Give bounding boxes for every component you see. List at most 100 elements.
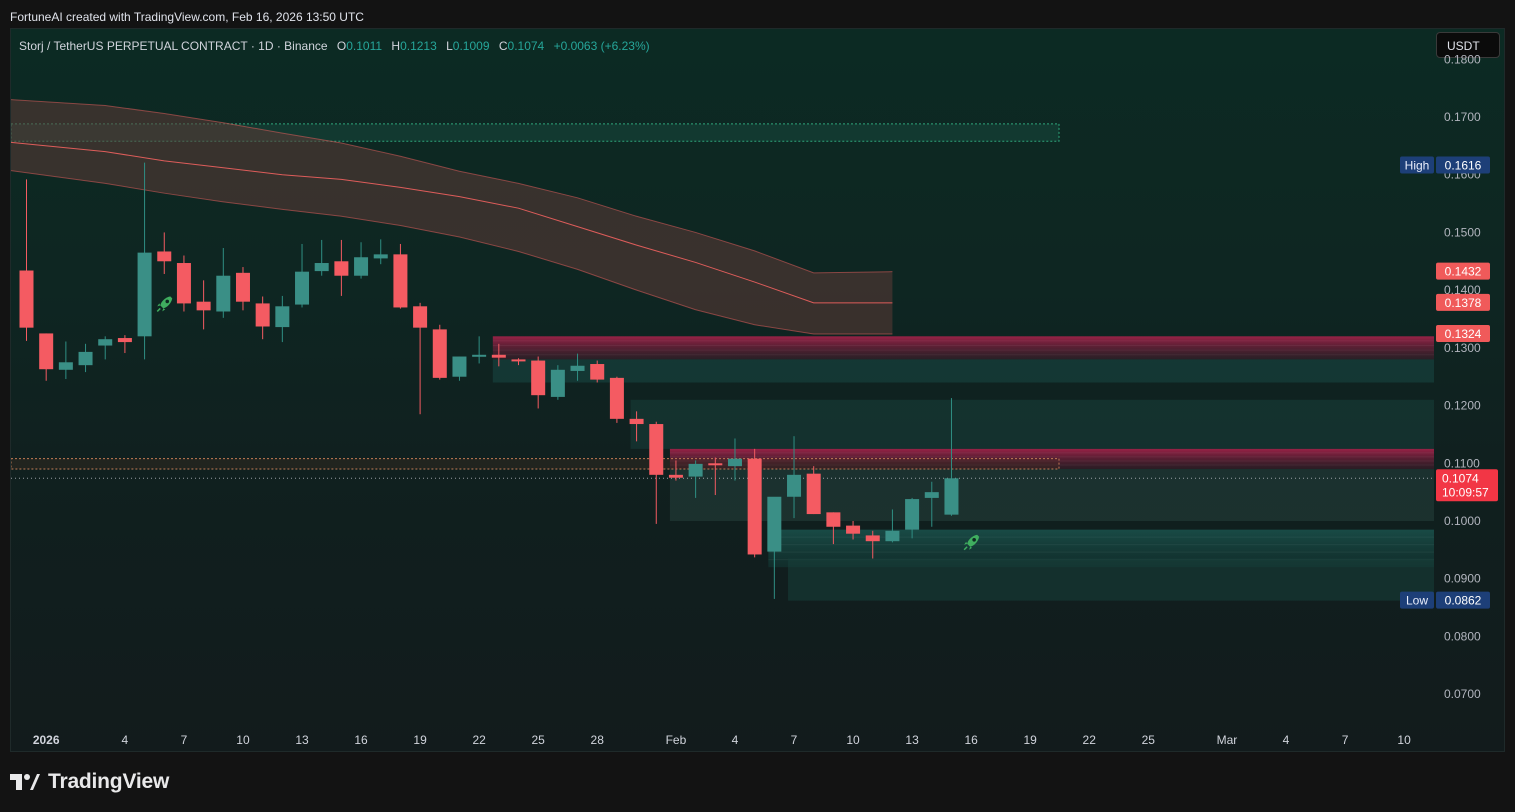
candle-body[interactable] bbox=[531, 360, 546, 396]
candle-body[interactable] bbox=[668, 474, 683, 478]
candle-body[interactable] bbox=[295, 271, 310, 305]
y-tick-label: 0.0800 bbox=[1444, 629, 1481, 643]
candle-body[interactable] bbox=[235, 272, 250, 302]
candle-body[interactable] bbox=[78, 351, 93, 366]
countdown-text: 10:09:57 bbox=[1442, 485, 1489, 499]
x-tick-label: 4 bbox=[122, 733, 129, 747]
y-tick-label: 0.0700 bbox=[1444, 687, 1481, 701]
candle-body[interactable] bbox=[58, 362, 73, 370]
candle-body[interactable] bbox=[157, 251, 172, 262]
candle-body[interactable] bbox=[511, 359, 526, 362]
x-tick-label: Feb bbox=[666, 733, 687, 747]
candle-body[interactable] bbox=[924, 492, 939, 498]
candle-body[interactable] bbox=[550, 369, 565, 397]
candle-body[interactable] bbox=[176, 263, 191, 304]
candle-body[interactable] bbox=[688, 463, 703, 477]
candlestick-chart[interactable]: 0.0700 0.0800 0.0900 0.1000 0.1100 0.1200 0.13… bbox=[11, 29, 1505, 752]
x-tick-label: 25 bbox=[1142, 733, 1156, 747]
y-tick-label: 0.1100 bbox=[1444, 456, 1480, 470]
y-tick-label: 0.1000 bbox=[1444, 514, 1481, 528]
candle-body[interactable] bbox=[727, 458, 742, 467]
candle-body[interactable] bbox=[708, 463, 723, 466]
candle-body[interactable] bbox=[19, 270, 34, 328]
x-tick-label: 25 bbox=[532, 733, 546, 747]
candle-body[interactable] bbox=[314, 263, 329, 272]
candle-body[interactable] bbox=[806, 473, 821, 515]
candle-body[interactable] bbox=[570, 365, 585, 371]
zone-neutral-faint bbox=[669, 469, 1434, 521]
high-badge-text: High bbox=[1405, 158, 1430, 172]
candle-body[interactable] bbox=[865, 535, 880, 542]
candle-body[interactable] bbox=[491, 354, 506, 358]
candle-body[interactable] bbox=[905, 499, 920, 530]
x-tick-label: 10 bbox=[846, 733, 860, 747]
candle-body[interactable] bbox=[117, 338, 132, 343]
x-tick-label: 2026 bbox=[33, 733, 60, 747]
dotted-range-box bbox=[11, 458, 1060, 470]
candle-body[interactable] bbox=[846, 525, 861, 534]
candle-body[interactable] bbox=[275, 306, 290, 328]
y-tick-label: 0.1200 bbox=[1444, 399, 1481, 413]
candle-body[interactable] bbox=[649, 424, 664, 475]
x-tick-label: 4 bbox=[732, 733, 739, 747]
candle-body[interactable] bbox=[629, 418, 644, 425]
candle-body[interactable] bbox=[196, 301, 211, 311]
x-tick-label: 16 bbox=[964, 733, 978, 747]
candle-body[interactable] bbox=[39, 333, 54, 370]
candle-body[interactable] bbox=[826, 512, 841, 527]
candle-body[interactable] bbox=[787, 474, 802, 497]
chart-attribution: FortuneAI created with TradingView.com, … bbox=[10, 10, 364, 24]
candle-body[interactable] bbox=[413, 306, 428, 328]
x-tick-label: 16 bbox=[354, 733, 368, 747]
y-tick-label: 0.1800 bbox=[1444, 52, 1481, 66]
y-tick-label: 0.1500 bbox=[1444, 225, 1481, 239]
low-badge-text: Low bbox=[1406, 594, 1428, 608]
last-price-value: 0.1074 bbox=[1442, 471, 1479, 485]
candle-body[interactable] bbox=[98, 339, 113, 346]
candle-body[interactable] bbox=[590, 364, 605, 380]
x-tick-label: 13 bbox=[905, 733, 919, 747]
candle-body[interactable] bbox=[472, 354, 487, 357]
x-tick-label: 10 bbox=[1397, 733, 1411, 747]
candle-body[interactable] bbox=[747, 458, 762, 555]
x-tick-label: 7 bbox=[1342, 733, 1349, 747]
y-tick-label: 0.0900 bbox=[1444, 572, 1481, 586]
candle-body[interactable] bbox=[354, 257, 369, 276]
x-tick-label: 13 bbox=[295, 733, 309, 747]
candle-body[interactable] bbox=[334, 261, 349, 276]
x-tick-label: 10 bbox=[236, 733, 250, 747]
x-tick-label: 19 bbox=[413, 733, 427, 747]
y-tick-label: 0.1300 bbox=[1444, 341, 1481, 355]
candle-body[interactable] bbox=[432, 329, 447, 378]
tradingview-logo[interactable]: TradingView bbox=[10, 770, 169, 794]
band-price-value: 0.1432 bbox=[1445, 265, 1482, 279]
footer-brand: TradingView bbox=[48, 770, 170, 793]
zone-demand-faint bbox=[788, 558, 1434, 601]
x-tick-label: Mar bbox=[1217, 733, 1238, 747]
candle-body[interactable] bbox=[944, 478, 959, 515]
zone-demand-faint bbox=[630, 399, 1434, 449]
candle-body[interactable] bbox=[216, 275, 231, 312]
x-tick-label: 7 bbox=[791, 733, 798, 747]
x-tick-label: 22 bbox=[472, 733, 486, 747]
low-price-value: 0.0862 bbox=[1445, 594, 1482, 608]
tradingview-logo-icon bbox=[10, 774, 40, 790]
x-tick-label: 7 bbox=[181, 733, 188, 747]
rocket-icon bbox=[156, 296, 173, 312]
candle-body[interactable] bbox=[393, 254, 408, 308]
band-price-value: 0.1378 bbox=[1445, 296, 1482, 310]
x-tick-label: 4 bbox=[1283, 733, 1290, 747]
candle-body[interactable] bbox=[255, 303, 270, 327]
zone-demand-faint bbox=[492, 359, 1434, 383]
candle-body[interactable] bbox=[373, 254, 388, 259]
candle-body[interactable] bbox=[452, 356, 467, 377]
x-tick-label: 22 bbox=[1083, 733, 1097, 747]
y-tick-label: 0.1700 bbox=[1444, 110, 1481, 124]
candle-body[interactable] bbox=[609, 377, 624, 419]
candle-body[interactable] bbox=[767, 496, 782, 552]
zone-supply bbox=[492, 336, 1434, 360]
chart-frame[interactable]: Storj / TetherUS PERPETUAL CONTRACT · 1D… bbox=[10, 28, 1505, 752]
candle-body[interactable] bbox=[885, 530, 900, 542]
high-price-value: 0.1616 bbox=[1445, 158, 1482, 172]
candle-body[interactable] bbox=[137, 252, 152, 337]
